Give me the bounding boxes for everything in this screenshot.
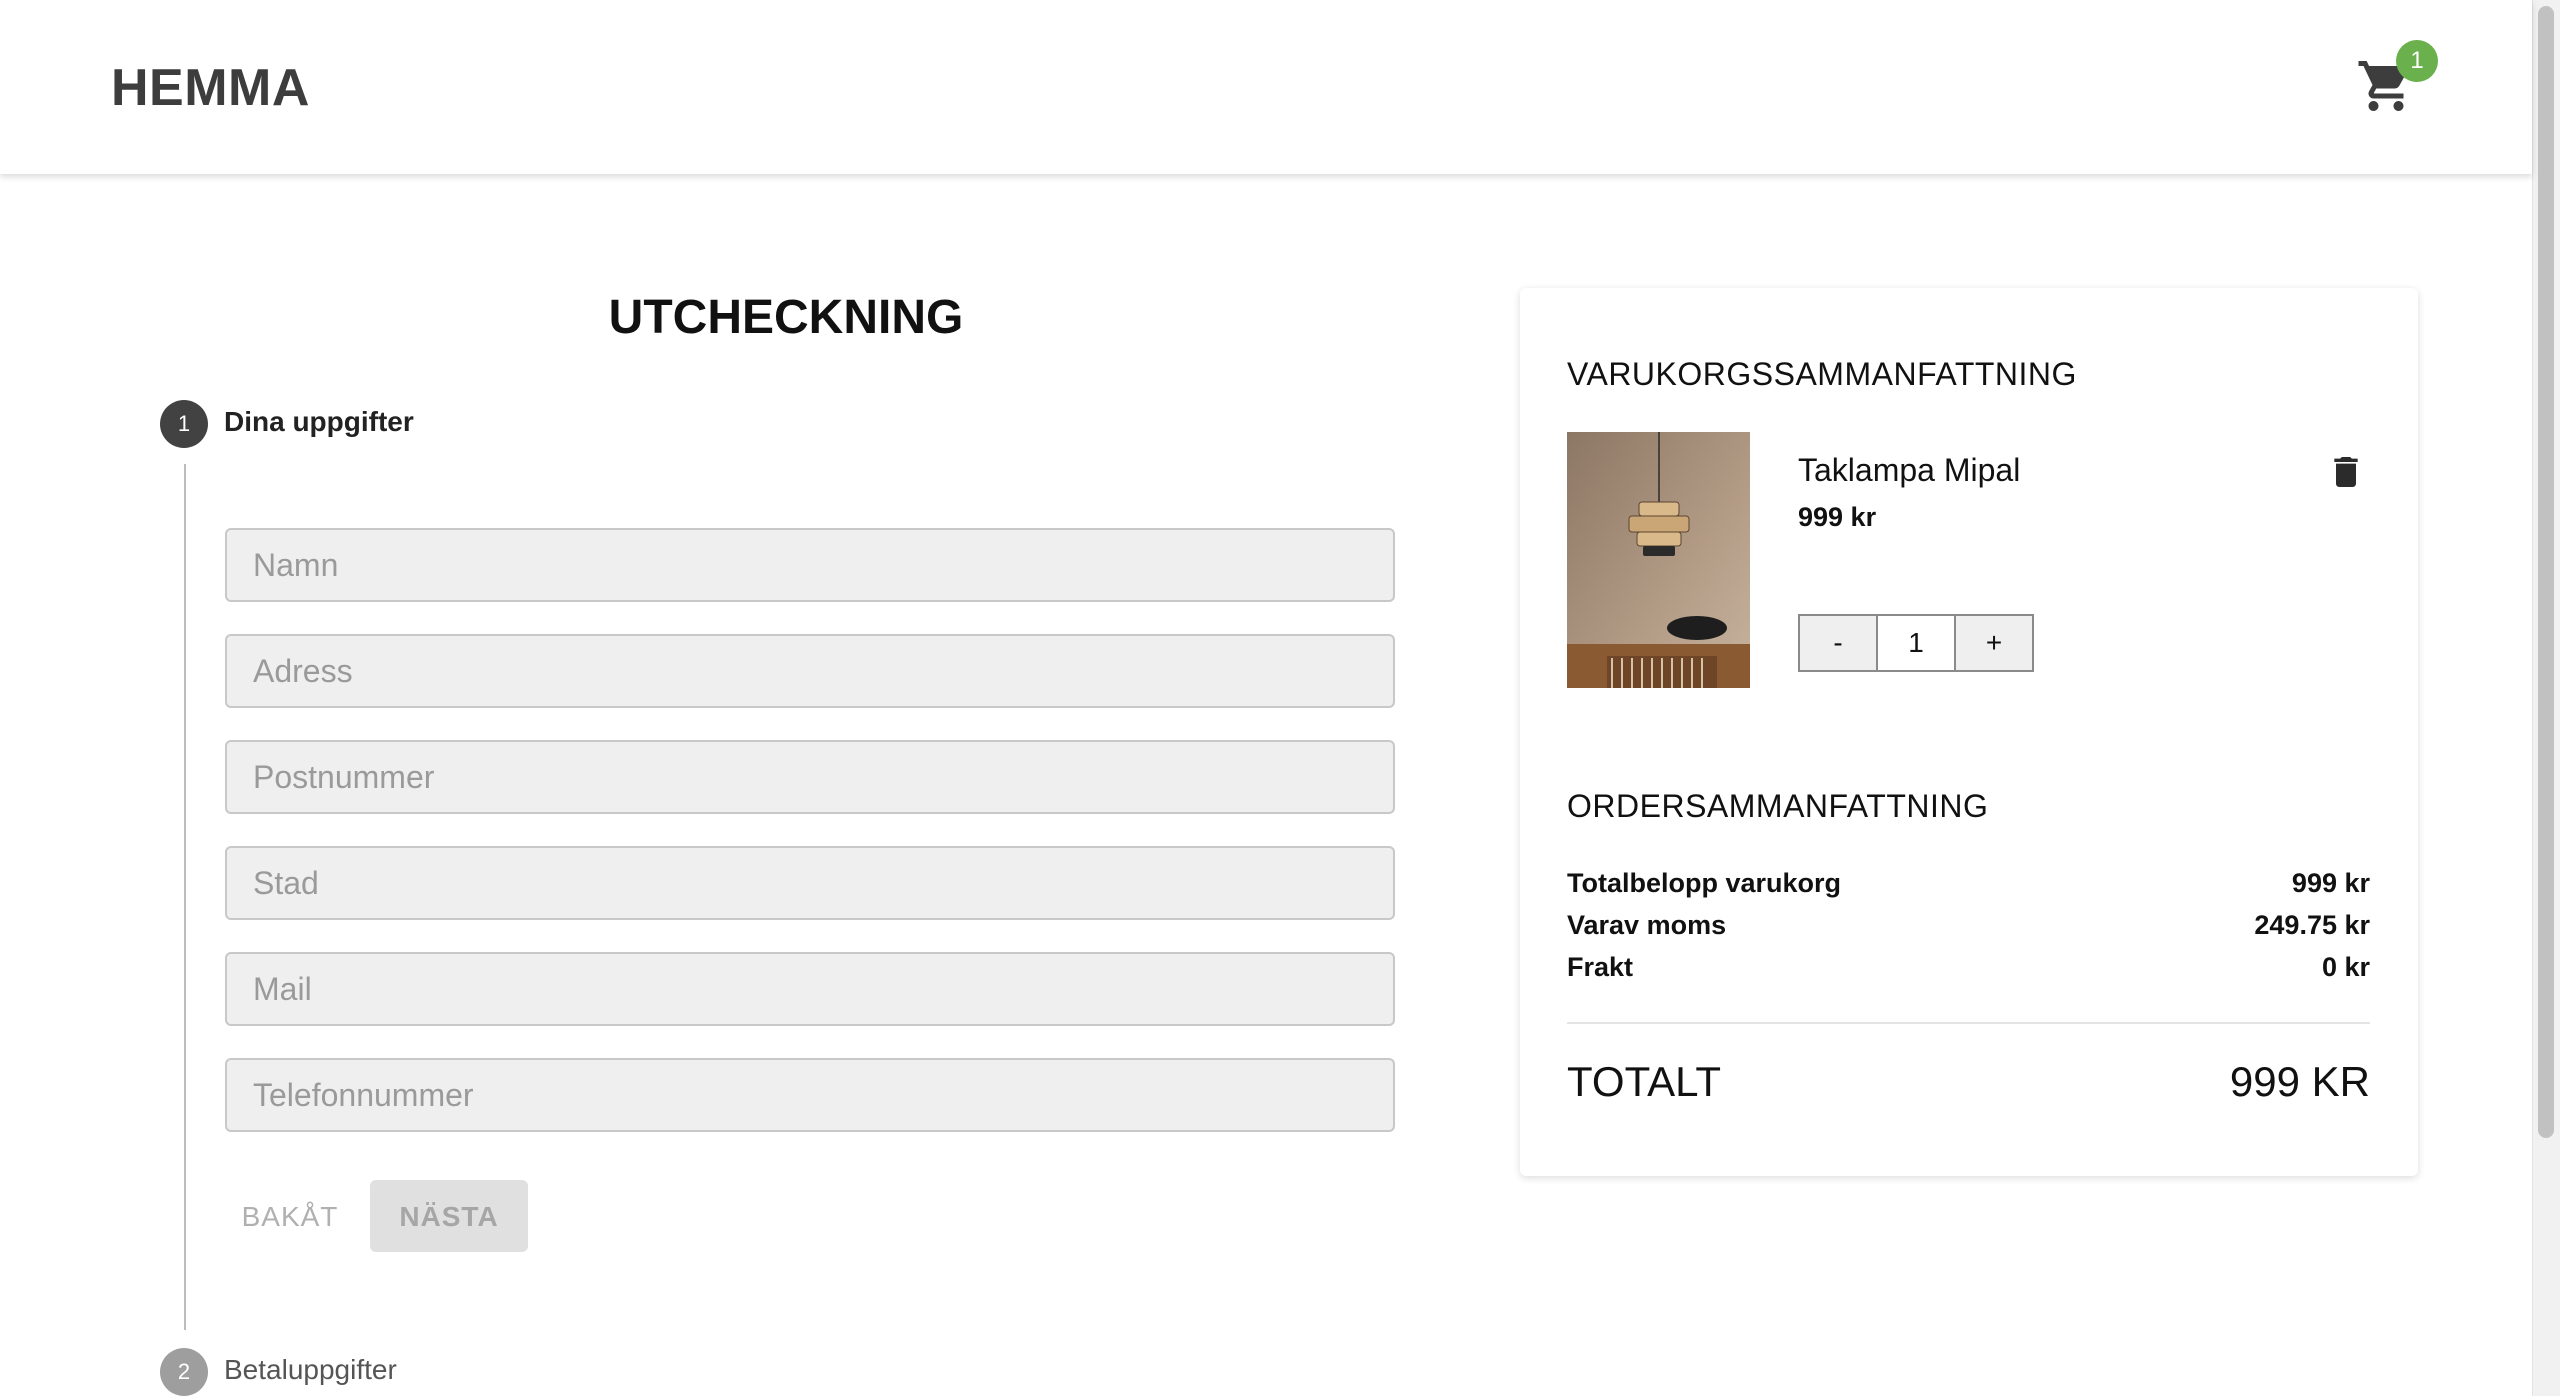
grand-total-label: TOTALT: [1567, 1058, 1722, 1105]
cart-count-badge: 1: [2396, 40, 2438, 82]
product-price: 999 kr: [1798, 502, 1877, 532]
cart-total-label: Totalbelopp varukorg: [1567, 868, 1842, 898]
shipping-label: Frakt: [1567, 952, 1634, 982]
vat-label: Varav moms: [1567, 910, 1727, 940]
step-1-label: Dina uppgifter: [224, 406, 414, 437]
site-logo[interactable]: HEMMA: [111, 58, 310, 118]
quantity-increase-button[interactable]: +: [1954, 614, 2034, 672]
summary-card: [1520, 288, 2418, 1176]
trash-icon[interactable]: [2326, 450, 2366, 494]
cart-total-value: 999 kr: [2291, 868, 2370, 898]
email-field[interactable]: [225, 952, 1395, 1026]
next-button[interactable]: NÄSTA: [370, 1180, 528, 1252]
vat-value: 249.75 kr: [2254, 910, 2370, 940]
grand-total-value: 999 KR: [2229, 1058, 2370, 1105]
page-scrollbar[interactable]: [2532, 0, 2560, 1396]
step-2-label[interactable]: Betaluppgifter: [224, 1354, 397, 1386]
step-1-number: 1: [160, 400, 208, 448]
shipping-value: 0 kr: [2321, 952, 2370, 982]
product-image: [1567, 432, 1750, 688]
step-2-number: 2: [160, 1348, 208, 1396]
city-field[interactable]: [225, 846, 1395, 920]
quantity-value[interactable]: 1: [1876, 614, 1956, 672]
phone-field[interactable]: [225, 1058, 1395, 1132]
quantity-decrease-button[interactable]: -: [1798, 614, 1878, 672]
name-field[interactable]: [225, 528, 1395, 602]
step-connector-line: [184, 464, 186, 1330]
summary-divider: [1567, 1022, 2370, 1024]
order-summary-title: ORDERSAMMANFATTNING: [1567, 788, 1989, 824]
postal-code-field[interactable]: [225, 740, 1395, 814]
address-field[interactable]: [225, 634, 1395, 708]
site-header: HEMMA 1: [0, 0, 2532, 174]
cart-summary-title: VARUKORGSSAMMANFATTNING: [1567, 356, 2077, 392]
page-title: UTCHECKNING: [608, 291, 964, 344]
scrollbar-thumb[interactable]: [2538, 6, 2554, 1138]
back-button[interactable]: BAKÅT: [226, 1180, 354, 1252]
product-name: Taklampa Mipal: [1798, 452, 2021, 488]
